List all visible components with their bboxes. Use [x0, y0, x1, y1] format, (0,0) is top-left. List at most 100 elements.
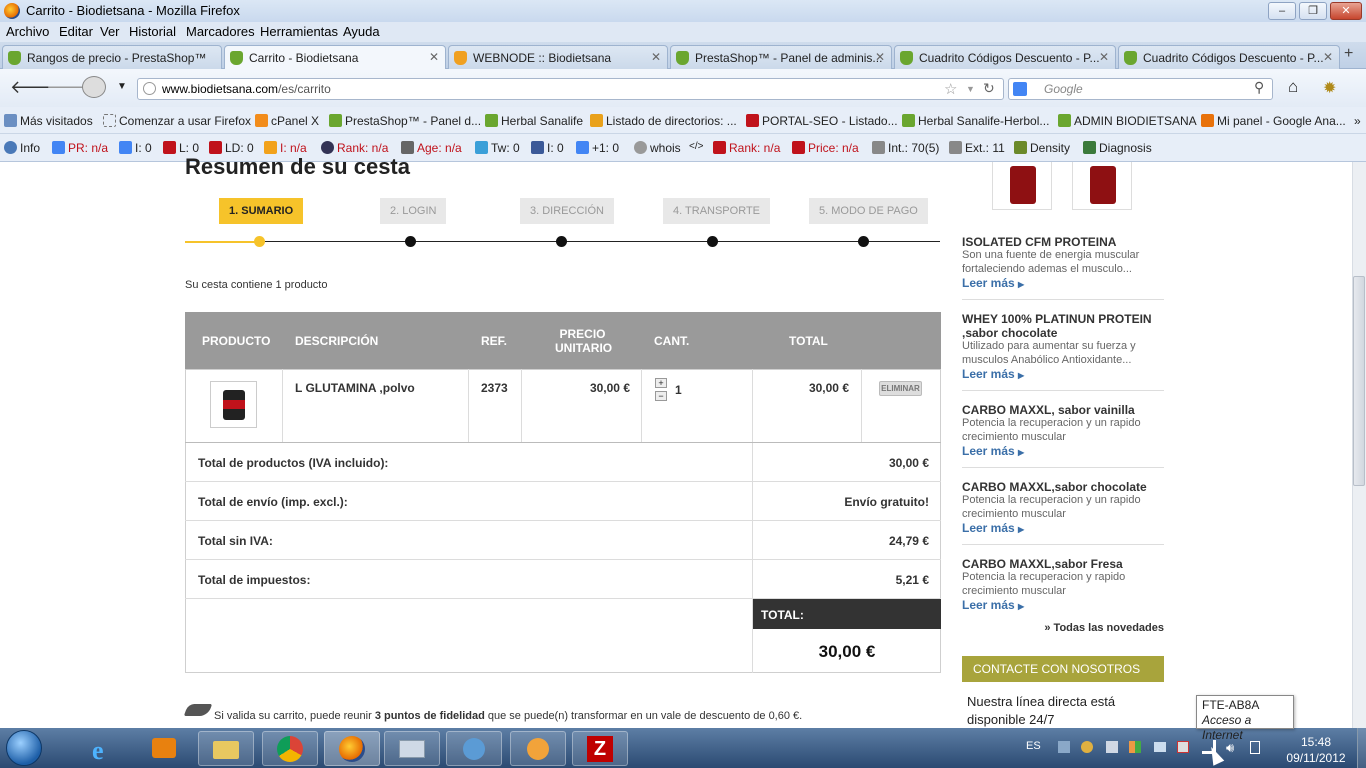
close-tab-icon[interactable]: ✕	[429, 50, 439, 64]
tray-icon[interactable]	[1081, 741, 1093, 753]
menu-archivo[interactable]: Archivo	[6, 24, 49, 39]
read-more-link[interactable]: Leer más ▶	[962, 521, 1024, 535]
close-tab-icon[interactable]: ✕	[1099, 50, 1109, 64]
menu-herramientas[interactable]: Herramientas	[260, 24, 338, 39]
read-more-link[interactable]: Leer más ▶	[962, 598, 1024, 612]
seo-google-index[interactable]: I: 0	[119, 141, 152, 155]
tab-cuadrito-1[interactable]: Cuadrito Códigos Descuento - P... ✕	[894, 45, 1116, 69]
read-more-link[interactable]: Leer más ▶	[962, 276, 1024, 290]
window-manager-icon[interactable]	[384, 731, 440, 766]
seo-facebook[interactable]: I: 0	[531, 141, 564, 155]
tray-icon[interactable]	[1058, 741, 1070, 753]
menu-marcadores[interactable]: Marcadores	[186, 24, 255, 39]
seo-pagerank[interactable]: PR: n/a	[52, 141, 108, 155]
sidebar-product-thumb-1[interactable]	[992, 162, 1052, 210]
menu-editar[interactable]: Editar	[59, 24, 93, 39]
product-thumbnail[interactable]	[210, 381, 257, 428]
all-new-products-link[interactable]: » Todas las novedades	[962, 622, 1164, 634]
source-code-icon[interactable]: </>	[689, 141, 703, 152]
seo-plusone[interactable]: +1: 0	[576, 141, 619, 155]
bookmark-herbal-sanalife[interactable]: Herbal Sanalife	[485, 114, 583, 128]
minimize-button[interactable]: –	[1268, 2, 1296, 20]
close-tab-icon[interactable]: ✕	[1323, 50, 1333, 64]
seo-diagnosis[interactable]: Diagnosis	[1083, 141, 1152, 155]
google-icon[interactable]	[1013, 82, 1027, 96]
qty-increase-button[interactable]: +	[655, 378, 667, 388]
tab-prestashop-panel[interactable]: PrestaShop™ - Panel de adminis... ✕	[670, 45, 892, 69]
messenger-icon[interactable]	[510, 731, 566, 766]
windows-flag-icon[interactable]	[1129, 741, 1141, 753]
bookmark-mas-visitados[interactable]: Más visitados	[4, 114, 93, 128]
sidebar-product-thumb-2[interactable]	[1072, 162, 1132, 210]
identity-icon[interactable]	[82, 76, 106, 98]
language-indicator[interactable]: ES	[1026, 740, 1041, 752]
gear-icon[interactable]: ✹	[1323, 78, 1336, 98]
seo-links[interactable]: L: 0	[163, 141, 199, 155]
bookmark-admin[interactable]: ADMIN BIODIETSANA	[1058, 114, 1197, 128]
bookmark-herbal-herbol[interactable]: Herbal Sanalife-Herbol...	[902, 114, 1049, 128]
seo-whois[interactable]: whois	[634, 141, 681, 155]
star-icon[interactable]: ☆	[944, 80, 957, 98]
clock[interactable]: 15:48 09/11/2012	[1276, 734, 1356, 766]
tab-cuadrito-2[interactable]: Cuadrito Códigos Descuento - P... ✕	[1118, 45, 1340, 69]
home-icon[interactable]: ⌂	[1288, 77, 1298, 97]
sidebar-product-name[interactable]: CARBO MAXXL,sabor chocolate	[962, 480, 1147, 494]
bookmark-comenzar[interactable]: Comenzar a usar Firefox	[103, 114, 251, 128]
menu-historial[interactable]: Historial	[129, 24, 176, 39]
read-more-link[interactable]: Leer más ▶	[962, 367, 1024, 381]
tray-icon[interactable]	[1154, 742, 1166, 752]
url-dropdown-icon[interactable]: ▼	[966, 84, 975, 94]
firefox-taskbar-icon[interactable]	[324, 731, 380, 766]
maximize-button[interactable]: ❐	[1299, 2, 1327, 20]
explorer-icon[interactable]	[198, 731, 254, 766]
search-icon[interactable]: ⚲	[1254, 79, 1264, 96]
dropdown-icon[interactable]: ▼	[117, 81, 127, 92]
sidebar-product-name[interactable]: WHEY 100% PLATINUN PROTEIN ,sabor chocol…	[962, 312, 1162, 340]
show-desktop-button[interactable]	[1357, 728, 1366, 768]
close-tab-icon[interactable]: ✕	[651, 50, 661, 64]
menu-ver[interactable]: Ver	[100, 24, 120, 39]
seo-bing-index[interactable]: I: n/a	[264, 141, 307, 155]
bookmark-prestashop[interactable]: PrestaShop™ - Panel d...	[329, 114, 481, 128]
seo-age[interactable]: Age: n/a	[401, 141, 462, 155]
delete-button[interactable]: ELIMINAR	[879, 381, 922, 396]
bookmarks-overflow-icon[interactable]: »	[1354, 114, 1361, 128]
seo-link-domain[interactable]: LD: 0	[209, 141, 254, 155]
tab-rangos-precio[interactable]: Rangos de precio - PrestaShop™	[2, 45, 222, 69]
seo-price[interactable]: Price: n/a	[792, 141, 859, 155]
scrollbar-thumb[interactable]	[1353, 276, 1365, 486]
sidebar-product-name[interactable]: ISOLATED CFM PROTEINA	[962, 235, 1116, 249]
filezilla-icon[interactable]: Z	[572, 731, 628, 766]
contact-header[interactable]: CONTACTE CON NOSOTROS	[962, 656, 1164, 682]
seo-external-links[interactable]: Ext.: 11	[949, 141, 1005, 155]
seo-info[interactable]: Info	[4, 141, 40, 155]
seo-rank-2[interactable]: Rank: n/a	[713, 141, 780, 155]
media-player-icon[interactable]	[138, 731, 194, 766]
new-tab-button[interactable]: +	[1344, 45, 1353, 63]
close-button[interactable]: ✕	[1330, 2, 1362, 20]
seo-internal-links[interactable]: Int.: 70(5)	[872, 141, 939, 155]
reload-icon[interactable]: ↻	[983, 80, 995, 97]
chrome-icon[interactable]	[262, 731, 318, 766]
product-description[interactable]: L GLUTAMINA ,polvo	[295, 381, 415, 395]
sidebar-product-name[interactable]: CARBO MAXXL,sabor Fresa	[962, 557, 1123, 571]
qty-decrease-button[interactable]: −	[655, 391, 667, 401]
tab-carrito[interactable]: Carrito - Biodietsana ✕	[224, 45, 446, 70]
seo-density[interactable]: Density	[1014, 141, 1070, 155]
bookmark-google-analytics[interactable]: Mi panel - Google Ana...	[1201, 114, 1346, 128]
start-button[interactable]	[6, 730, 42, 766]
bookmark-cpanel[interactable]: cPanel X	[255, 114, 319, 128]
read-more-link[interactable]: Leer más ▶	[962, 444, 1024, 458]
menu-ayuda[interactable]: Ayuda	[343, 24, 380, 39]
seo-alexa-rank[interactable]: Rank: n/a	[321, 141, 388, 155]
action-center-icon[interactable]	[1177, 741, 1189, 753]
bookmark-listado[interactable]: Listado de directorios: ...	[590, 114, 737, 128]
url-text[interactable]: www.biodietsana.com/es/carrito	[162, 82, 331, 96]
tab-webnode[interactable]: WEBNODE :: Biodietsana ✕	[448, 45, 668, 69]
sidebar-product-name[interactable]: CARBO MAXXL, sabor vainilla	[962, 403, 1135, 417]
seo-twitter[interactable]: Tw: 0	[475, 141, 520, 155]
tray-icon[interactable]	[1106, 741, 1118, 753]
internet-explorer-icon[interactable]: e	[78, 731, 134, 766]
users-icon[interactable]	[446, 731, 502, 766]
close-tab-icon[interactable]: ✕	[875, 50, 885, 64]
